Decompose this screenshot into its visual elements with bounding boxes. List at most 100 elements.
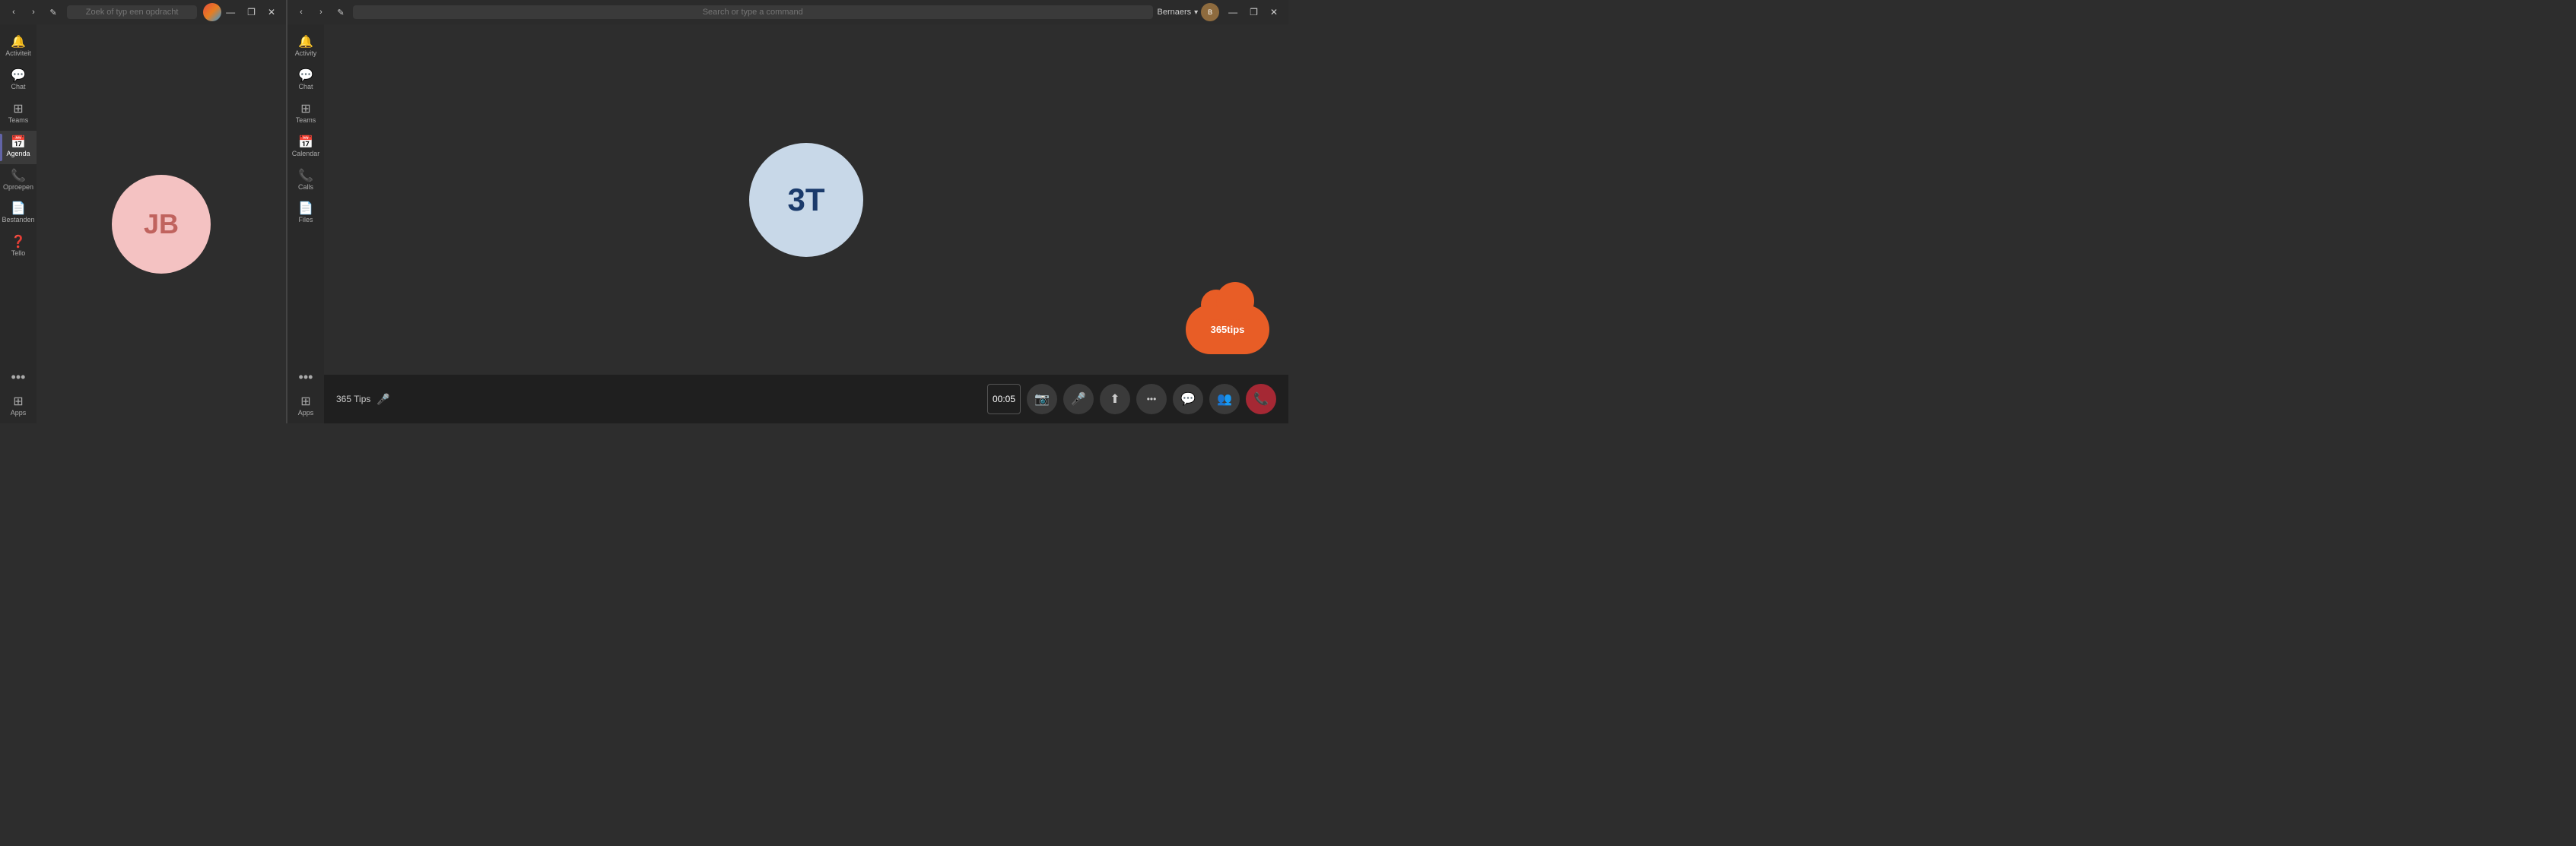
sidebar-label-help: Tello	[11, 250, 26, 258]
right-window: ‹ › ✎ Bernaers ▾ B — ❐ ✕ 🔔 Activity 💬	[287, 0, 1288, 423]
call-controls: 00:05 📷 🎤 ⬆ ••• 💬 👥 📞	[987, 384, 1276, 414]
sidebar-label-calendar: Agenda	[6, 151, 30, 158]
tips-text: 365tips	[1211, 324, 1245, 335]
right-call-content: 3T 365tips 365 Tips 🎤 00:05 📷	[324, 24, 1288, 423]
right-apps-icon: ⊞	[300, 396, 310, 408]
sidebar-item-activity[interactable]: 🔔 Activiteit	[0, 30, 37, 64]
right-main-body: 🔔 Activity 💬 Chat ⊞ Teams 📅 Calendar 📞 C…	[287, 24, 1288, 423]
user-avatar: B	[1201, 3, 1219, 21]
left-window: ‹ › ✎ — ❐ ✕ 🔔 Activiteit 💬 Chat ⊞ Teams	[0, 0, 287, 423]
3t-avatar: 3T	[749, 143, 863, 257]
right-sidebar-activity[interactable]: 🔔 Activity	[287, 30, 324, 64]
jb-avatar: JB	[112, 175, 211, 274]
microphone-icon: 🎤	[376, 393, 389, 406]
calendar-icon: 📅	[11, 137, 26, 149]
call-area: 3T 365tips	[324, 24, 1288, 375]
right-sidebar-label-activity: Activity	[295, 50, 317, 58]
end-call-button[interactable]: 📞	[1246, 384, 1276, 414]
3t-initials: 3T	[787, 182, 824, 218]
right-search-input[interactable]	[353, 5, 1153, 19]
maximize-button-left[interactable]: ❐	[243, 5, 260, 19]
right-sidebar-more[interactable]: •••	[299, 365, 313, 390]
left-nav-buttons: ‹ › ✎	[6, 5, 61, 20]
right-sidebar-label-chat: Chat	[298, 84, 313, 91]
right-sidebar-label-files: Files	[298, 217, 313, 224]
365tips-logo: 365tips	[1182, 299, 1273, 360]
apps-icon: ⊞	[13, 396, 23, 408]
close-button-right[interactable]: ✕	[1266, 5, 1282, 19]
right-nav-buttons: ‹ › ✎	[294, 5, 348, 20]
right-sidebar-label-calls: Calls	[298, 184, 313, 192]
right-forward-button[interactable]: ›	[313, 5, 329, 20]
right-chat-icon: 💬	[298, 70, 313, 82]
chat-icon: 💬	[11, 70, 26, 82]
video-toggle-button[interactable]: 📷	[1027, 384, 1057, 414]
sidebar-item-apps[interactable]: ⊞ Apps	[0, 390, 37, 423]
right-sidebar-label-apps: Apps	[298, 410, 314, 417]
participants-button[interactable]: 👥	[1209, 384, 1240, 414]
left-titlebar: ‹ › ✎ — ❐ ✕	[0, 0, 286, 24]
user-profile[interactable]: Bernaers ▾ B	[1158, 3, 1220, 21]
right-sidebar-calls[interactable]: 📞 Calls	[287, 164, 324, 198]
sidebar-label-calls: Oproepen	[3, 184, 33, 192]
sidebar-label-files: Bestanden	[2, 217, 34, 224]
right-sidebar-chat[interactable]: 💬 Chat	[287, 64, 324, 97]
right-sidebar-teams[interactable]: ⊞ Teams	[287, 97, 324, 131]
close-button-left[interactable]: ✕	[263, 5, 280, 19]
right-sidebar-label-calendar: Calendar	[292, 151, 320, 158]
sidebar-label-activity: Activiteit	[5, 50, 31, 58]
teams-icon: ⊞	[13, 103, 23, 116]
right-edit-button[interactable]: ✎	[333, 5, 348, 20]
sidebar-more-button[interactable]: •••	[11, 365, 26, 390]
forward-button[interactable]: ›	[26, 5, 41, 20]
caller-info: 365 Tips 🎤	[336, 393, 390, 406]
right-calls-icon: 📞	[298, 170, 313, 182]
files-icon: 📄	[11, 203, 26, 215]
right-sidebar-apps[interactable]: ⊞ Apps	[287, 390, 324, 423]
chevron-down-icon: ▾	[1194, 8, 1198, 17]
right-sidebar-calendar[interactable]: 📅 Calendar	[287, 131, 324, 164]
right-teams-icon: ⊞	[300, 103, 310, 116]
back-button[interactable]: ‹	[6, 5, 21, 20]
sidebar-item-chat[interactable]: 💬 Chat	[0, 64, 37, 97]
minimize-button-right[interactable]: —	[1224, 5, 1242, 19]
mute-button[interactable]: 🎤	[1063, 384, 1094, 414]
sidebar-item-calls[interactable]: 📞 Oproepen	[0, 164, 37, 198]
right-sidebar-label-teams: Teams	[296, 117, 316, 125]
chat-button[interactable]: 💬	[1173, 384, 1203, 414]
caller-name: 365 Tips	[336, 394, 370, 404]
call-bottom-bar: 365 Tips 🎤 00:05 📷 🎤 ⬆ ••• 💬 👥 📞	[324, 375, 1288, 423]
activity-icon: 🔔	[11, 36, 26, 49]
minimize-button-left[interactable]: —	[221, 5, 240, 19]
sidebar-item-files[interactable]: 📄 Bestanden	[0, 197, 37, 230]
right-titlebar: ‹ › ✎ Bernaers ▾ B — ❐ ✕	[287, 0, 1288, 24]
right-back-button[interactable]: ‹	[294, 5, 309, 20]
left-body: 🔔 Activiteit 💬 Chat ⊞ Teams 📅 Agenda 📞 O…	[0, 24, 286, 423]
edit-button[interactable]: ✎	[46, 5, 61, 20]
user-name: Bernaers	[1158, 8, 1192, 17]
share-screen-button[interactable]: ⬆	[1100, 384, 1130, 414]
maximize-button-right[interactable]: ❐	[1245, 5, 1263, 19]
more-options-button[interactable]: •••	[1136, 384, 1167, 414]
sidebar-label-apps: Apps	[11, 410, 27, 417]
teams-logo	[203, 3, 221, 21]
sidebar-label-chat: Chat	[11, 84, 25, 91]
help-icon: ❓	[11, 236, 26, 249]
left-main-content: JB	[37, 24, 286, 423]
right-sidebar-files[interactable]: 📄 Files	[287, 197, 324, 230]
left-search-input[interactable]	[67, 5, 197, 19]
jb-initials: JB	[144, 208, 179, 240]
sidebar-item-teams[interactable]: ⊞ Teams	[0, 97, 37, 131]
cloud-shape: 365tips	[1186, 305, 1269, 354]
sidebar-item-help[interactable]: ❓ Tello	[0, 230, 37, 264]
right-files-icon: 📄	[298, 203, 313, 215]
calls-icon: 📞	[11, 170, 26, 182]
sidebar-label-teams: Teams	[8, 117, 29, 125]
right-activity-icon: 🔔	[298, 36, 313, 49]
sidebar-item-calendar[interactable]: 📅 Agenda	[0, 131, 37, 164]
window-controls-left: — ❐ ✕	[221, 5, 280, 19]
call-timer: 00:05	[987, 384, 1021, 414]
right-sidebar: 🔔 Activity 💬 Chat ⊞ Teams 📅 Calendar 📞 C…	[287, 24, 324, 423]
right-calendar-icon: 📅	[298, 137, 313, 149]
left-sidebar: 🔔 Activiteit 💬 Chat ⊞ Teams 📅 Agenda 📞 O…	[0, 24, 37, 423]
